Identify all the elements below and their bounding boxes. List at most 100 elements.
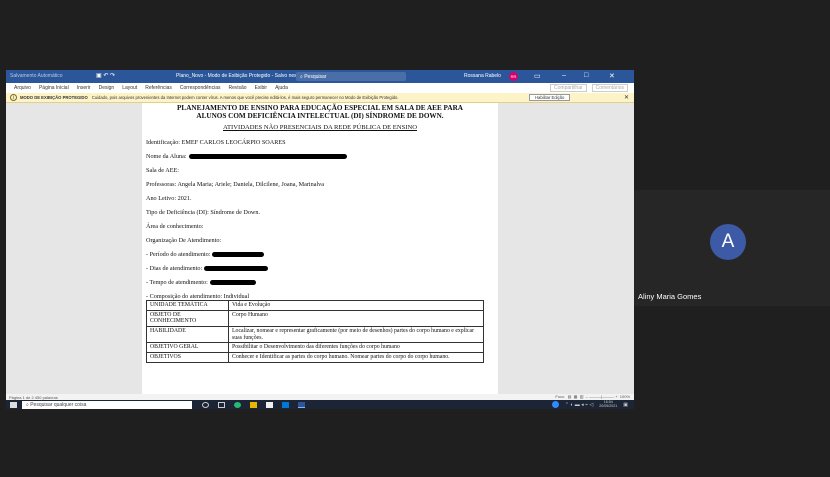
planning-table: UNIDADE TEMÁTICA Vida e Evolução OBJETO … xyxy=(146,300,484,363)
doc-subheading: ATIVIDADES NÃO PRESENCIAIS DA REDE PÚBLI… xyxy=(223,124,417,131)
participant-tile[interactable]: A Aliny Maria Gomes xyxy=(634,190,830,306)
redaction-bar xyxy=(188,154,347,160)
line-area: Área de conhecimento: xyxy=(146,223,204,230)
zoom-level[interactable]: 100% xyxy=(620,394,630,399)
info-icon: i xyxy=(10,94,17,101)
taskbar-apps xyxy=(202,401,305,408)
protected-label: MODO DE EXIBIÇÃO PROTEGIDO xyxy=(20,95,88,100)
print-layout-icon[interactable]: ▦ xyxy=(574,394,578,399)
periodo-label: - Período do atendimento: xyxy=(146,251,211,258)
tab-design[interactable]: Design xyxy=(99,85,115,91)
maximize-icon[interactable]: □ xyxy=(584,72,588,79)
close-bar-icon[interactable]: ✕ xyxy=(624,94,629,101)
zoom-tray-icon[interactable] xyxy=(551,401,559,409)
focus-button[interactable]: Foco xyxy=(555,394,564,399)
line-periodo: - Período do atendimento: xyxy=(146,251,265,258)
document-area[interactable]: PLANEJAMENTO DE ENSINO PARA EDUCAÇÃO ESP… xyxy=(6,103,634,394)
clock-date: 20/05/2021 xyxy=(599,403,618,408)
table-value: Vida e Evolução xyxy=(228,300,484,311)
tab-arquivo[interactable]: Arquivo xyxy=(14,85,31,91)
nome-aluno-label: Nome da Aluna: xyxy=(146,153,187,160)
dias-label: - Dias de atendimento: xyxy=(146,265,203,272)
table-value: Localizar, nomear e representar graficam… xyxy=(228,325,484,344)
tab-revisao[interactable]: Revisão xyxy=(228,85,246,91)
protected-message: Cuidado, pois arquivos provenientes da I… xyxy=(91,95,399,100)
task-view-icon[interactable] xyxy=(218,401,225,408)
page-word-count: Página 1 de 2 450 palavras xyxy=(9,394,58,400)
protected-view-bar: i MODO DE EXIBIÇÃO PROTEGIDO Cuidado, po… xyxy=(6,93,634,103)
search-placeholder: Pesquisar xyxy=(304,73,327,80)
table-value: Possibilitar o Desenvolvimento das difer… xyxy=(228,342,484,353)
line-professoras: Professoras: Angela Maria; Ariele; Danie… xyxy=(146,181,325,188)
table-row: HABILIDADE Localizar, nomear e represent… xyxy=(146,325,484,344)
read-mode-icon[interactable]: ▤ xyxy=(568,394,572,399)
taskbar-search-placeholder: Pesquisar qualquer coisa xyxy=(30,401,87,408)
web-layout-icon[interactable]: ▥ xyxy=(580,394,584,399)
document-title: Plano_Novo - Modo de Exibição Protegido … xyxy=(176,73,310,79)
minimize-icon[interactable]: – xyxy=(562,72,566,79)
ribbon-display-icon[interactable]: ▭ xyxy=(534,72,541,80)
word-taskbar-icon[interactable] xyxy=(298,401,305,408)
tab-pagina-inicial[interactable]: Página Inicial xyxy=(39,85,69,91)
comments-button[interactable]: Comentários xyxy=(591,84,628,92)
line-organizacao: Organização De Atendimento: xyxy=(146,237,222,244)
table-row: OBJETO DE CONHECIMENTO Corpo Humano xyxy=(146,309,484,327)
enable-editing-button[interactable]: Habilitar Edição xyxy=(529,94,571,101)
tab-correspondencias[interactable]: Correspondências xyxy=(180,85,221,91)
close-icon[interactable]: ✕ xyxy=(609,72,615,80)
line-tipo: Tipo de Deficiência (DI): Síndrome de Do… xyxy=(146,209,261,216)
tab-inserir[interactable]: Inserir xyxy=(77,85,91,91)
tray-icons[interactable]: ⌃ ◐ ▬ ◂ ⌁ ◁ xyxy=(565,402,594,408)
table-key: UNIDADE TEMÁTICA xyxy=(146,300,229,311)
file-explorer-icon[interactable] xyxy=(250,401,257,408)
mail-icon[interactable] xyxy=(282,401,289,408)
windows-start-icon[interactable] xyxy=(10,401,17,408)
ribbon-tabs: Arquivo Página Inicial Inserir Design La… xyxy=(6,83,634,93)
line-nome-aluno: Nome da Aluna: xyxy=(146,153,347,160)
line-dias: - Dias de atendimento: xyxy=(146,265,269,272)
table-key: OBJETIVO GERAL xyxy=(146,342,229,353)
doc-heading-line2: ALUNOS COM DEFICIÊNCIA INTELECTUAL (DI) … xyxy=(196,112,444,120)
table-key: HABILIDADE xyxy=(146,325,229,344)
participant-avatar: A xyxy=(710,224,746,260)
notifications-icon[interactable]: ▣ xyxy=(623,402,628,408)
taskbar-clock[interactable]: 16:54 20/05/2021 xyxy=(599,400,618,409)
share-button[interactable]: Compartilhar xyxy=(550,84,587,92)
user-name[interactable]: Rossana Rabelo xyxy=(464,73,501,79)
line-sala: Sala de AEE: xyxy=(146,167,179,174)
store-icon[interactable] xyxy=(266,401,273,408)
system-tray: ⌃ ◐ ▬ ◂ ⌁ ◁ 16:54 20/05/2021 ▣ xyxy=(551,400,628,409)
line-identificacao: Identificação: EMEF CARLOS LEOCÁRPIO SOA… xyxy=(146,139,286,146)
taskbar-search[interactable]: ⌕ Pesquisar qualquer coisa xyxy=(22,400,192,409)
table-key: OBJETO DE CONHECIMENTO xyxy=(146,309,229,327)
tempo-label: - Tempo de atendimento: xyxy=(146,279,208,286)
table-value: Conhecer e Identificar as partes do corp… xyxy=(228,351,484,363)
user-avatar[interactable]: RR xyxy=(509,72,518,81)
status-right: Foco ▤ ▦ ▥ – ———|——— + 100% xyxy=(555,394,630,399)
table-row: UNIDADE TEMÁTICA Vida e Evolução xyxy=(146,300,484,311)
tab-exibir[interactable]: Exibir xyxy=(255,85,268,91)
tab-layout[interactable]: Layout xyxy=(122,85,137,91)
line-ano: Ano Letivo: 2021. xyxy=(146,195,192,202)
shared-screen: Salvamento Automático ▣ ↶ ↷ Plano_Novo -… xyxy=(6,70,634,409)
document-page[interactable]: PLANEJAMENTO DE ENSINO PARA EDUCAÇÃO ESP… xyxy=(142,103,498,394)
line-composicao: - Composição do atendimento: Individual xyxy=(146,293,250,300)
autosave-toggle[interactable]: Salvamento Automático xyxy=(10,73,63,79)
line-tempo: - Tempo de atendimento: xyxy=(146,279,256,286)
save-icon[interactable]: ▣ ↶ ↷ xyxy=(96,72,115,79)
windows-taskbar: ⌕ Pesquisar qualquer coisa ⌃ ◐ ▬ ◂ ⌁ ◁ 1… xyxy=(6,400,634,409)
zoom-slider[interactable]: – ———|——— + xyxy=(586,394,618,399)
doc-heading-line1: PLANEJAMENTO DE ENSINO PARA EDUCAÇÃO ESP… xyxy=(177,104,463,112)
word-title-bar: Salvamento Automático ▣ ↶ ↷ Plano_Novo -… xyxy=(6,70,634,83)
edge-icon[interactable] xyxy=(234,401,241,408)
tab-ajuda[interactable]: Ajuda xyxy=(275,85,288,91)
redaction-bar xyxy=(212,252,265,258)
meeting-window: Salvamento Automático ▣ ↶ ↷ Plano_Novo -… xyxy=(0,0,830,477)
redaction-bar xyxy=(204,266,269,272)
participant-name: Aliny Maria Gomes xyxy=(638,292,702,301)
search-box[interactable]: ⌕ Pesquisar xyxy=(296,72,406,81)
table-row: OBJETIVOS Conhecer e Identificar as part… xyxy=(146,351,484,363)
tab-referencias[interactable]: Referências xyxy=(145,85,172,91)
cortana-icon[interactable] xyxy=(202,401,209,408)
table-value: Corpo Humano xyxy=(228,309,484,327)
